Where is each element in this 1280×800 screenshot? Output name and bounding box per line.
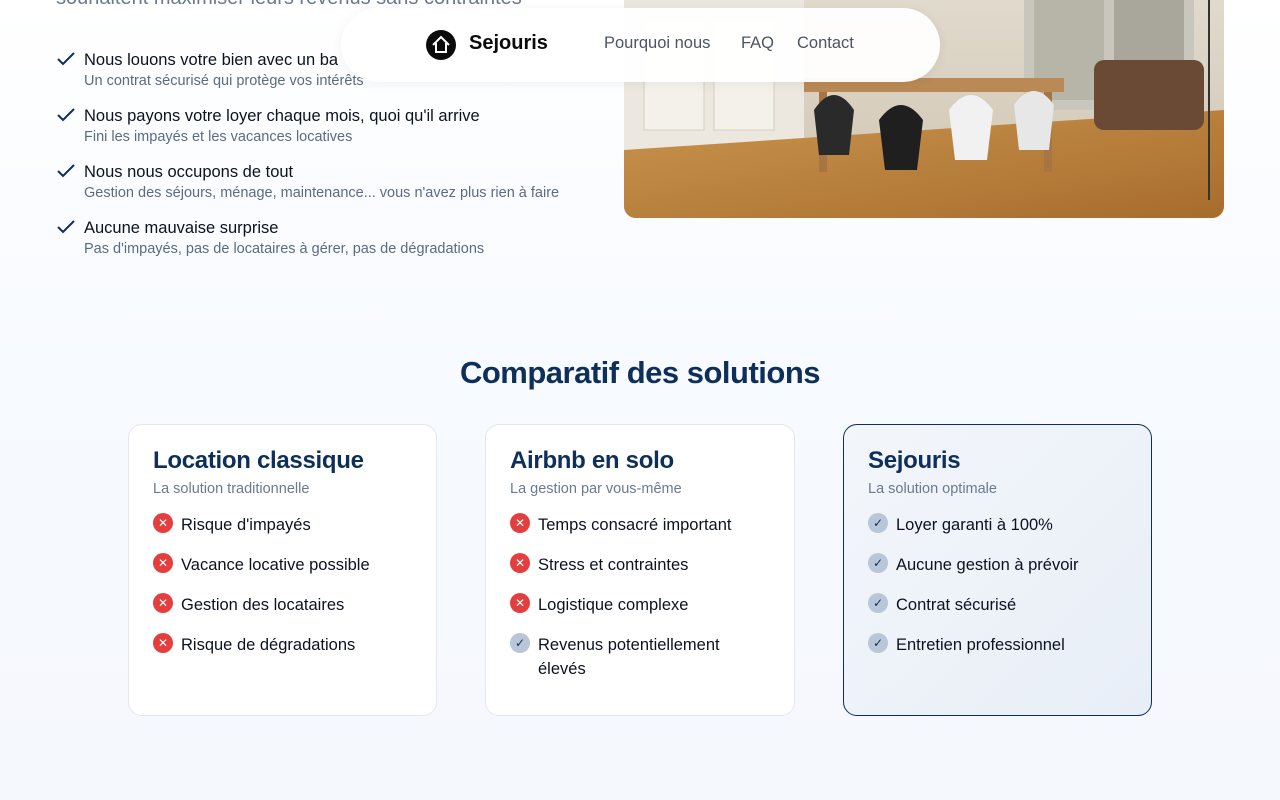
card-subtitle: La solution traditionnelle	[153, 481, 310, 497]
list-item: ✕ Vacance locative possible	[153, 553, 412, 577]
card-title: Airbnb en solo	[510, 447, 674, 474]
x-circle-icon: ✕	[153, 553, 173, 573]
check-circle-icon: ✓	[868, 593, 888, 613]
card-feature-list: ✕ Temps consacré important ✕ Stress et con…	[510, 513, 770, 681]
house-logo-icon[interactable]	[426, 30, 456, 60]
list-item-text: Revenus potentiellement élevés	[538, 636, 720, 678]
x-circle-icon: ✕	[153, 593, 173, 613]
check-circle-icon: ✓	[868, 553, 888, 573]
benefit-title: Nous nous occupons de tout	[84, 163, 294, 181]
benefit-description: Fini les impayés et les vacances locativ…	[84, 129, 353, 145]
card-sejouris: Sejouris La solution optimale ✓ Loyer gar…	[843, 424, 1152, 716]
page: souhaitent maximiser leurs revenus sans …	[0, 0, 1280, 800]
list-item-text: Vacance locative possible	[181, 556, 370, 574]
list-item-text: Aucune gestion à prévoir	[896, 556, 1079, 574]
list-item-text: Loyer garanti à 100%	[896, 516, 1053, 534]
list-item: ✕ Logistique complexe	[510, 593, 770, 617]
list-item-text: Risque de dégradations	[181, 636, 356, 654]
check-circle-icon: ✓	[510, 633, 530, 653]
card-airbnb-solo: Airbnb en solo La gestion par vous-même …	[485, 424, 795, 716]
list-item-text: Temps consacré important	[538, 516, 732, 534]
card-location-classique: Location classique La solution tradition…	[128, 424, 437, 716]
card-feature-list: ✓ Loyer garanti à 100% ✓ Aucune gestion à …	[868, 513, 1127, 657]
x-circle-icon: ✕	[510, 593, 530, 613]
x-circle-icon: ✕	[153, 513, 173, 533]
list-item: ✕ Stress et contraintes	[510, 553, 770, 577]
benefit-title: Aucune mauvaise surprise	[84, 219, 279, 237]
x-circle-icon: ✕	[153, 633, 173, 653]
check-circle-icon: ✓	[868, 633, 888, 653]
x-circle-icon: ✕	[510, 513, 530, 533]
top-navigation: Sejouris Pourquoi nous FAQ Contact	[341, 8, 940, 82]
list-item-text: Entretien professionnel	[896, 636, 1065, 654]
list-item: ✓ Entretien professionnel	[868, 633, 1127, 657]
list-item-text: Stress et contraintes	[538, 556, 689, 574]
card-title: Sejouris	[868, 447, 961, 474]
benefit-item: Aucune mauvaise surprise Pas d'impayés, …	[56, 217, 596, 273]
benefit-item: Nous payons votre loyer chaque mois, quo…	[56, 105, 596, 161]
nav-link-faq[interactable]: FAQ	[741, 34, 774, 53]
list-item: ✕ Gestion des locataires	[153, 593, 412, 617]
section-title: Comparatif des solutions	[459, 355, 821, 390]
check-icon	[57, 52, 75, 66]
list-item: ✕ Risque de dégradations	[153, 633, 412, 657]
list-item: ✓ Aucune gestion à prévoir	[868, 553, 1127, 577]
card-title: Location classique	[153, 447, 364, 474]
list-item: ✕ Risque d'impayés	[153, 513, 412, 537]
check-circle-icon: ✓	[868, 513, 888, 533]
x-circle-icon: ✕	[510, 553, 530, 573]
check-icon	[57, 108, 75, 122]
list-item: ✓ Contrat sécurisé	[868, 593, 1127, 617]
check-icon	[57, 164, 75, 178]
nav-link-contact[interactable]: Contact	[797, 34, 854, 53]
card-subtitle: La solution optimale	[868, 481, 997, 497]
list-item: ✓ Revenus potentiellement élevés	[510, 633, 770, 681]
list-item: ✕ Temps consacré important	[510, 513, 770, 537]
list-item-text: Logistique complexe	[538, 596, 689, 614]
list-item: ✓ Loyer garanti à 100%	[868, 513, 1127, 537]
check-icon	[57, 220, 75, 234]
nav-link-pourquoi-nous[interactable]: Pourquoi nous	[604, 34, 710, 53]
benefit-title: Nous payons votre loyer chaque mois, quo…	[84, 107, 480, 125]
benefit-item: Nous nous occupons de tout Gestion des s…	[56, 161, 596, 217]
list-item-text: Risque d'impayés	[181, 516, 311, 534]
card-feature-list: ✕ Risque d'impayés ✕ Vacance locative poss…	[153, 513, 412, 657]
list-item-text: Contrat sécurisé	[896, 596, 1017, 614]
brand-name[interactable]: Sejouris	[469, 32, 548, 55]
card-subtitle: La gestion par vous-même	[510, 481, 682, 497]
benefit-description: Gestion des séjours, ménage, maintenance…	[84, 185, 560, 201]
benefits-list: Nous louons votre bien avec un ba Un con…	[56, 49, 596, 273]
benefit-description: Pas d'impayés, pas de locataires à gérer…	[84, 241, 485, 257]
list-item-text: Gestion des locataires	[181, 596, 345, 614]
